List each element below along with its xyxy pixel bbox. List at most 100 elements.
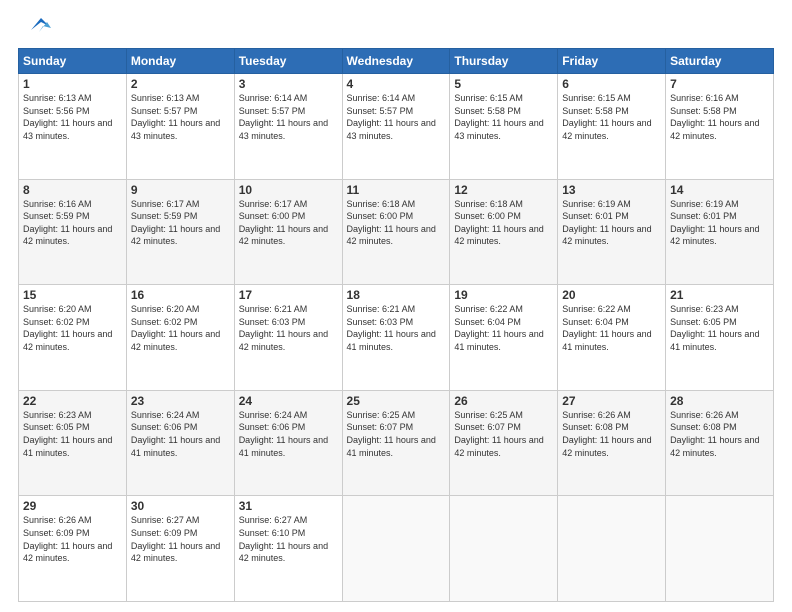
day-number: 7 bbox=[670, 77, 769, 91]
col-header-saturday: Saturday bbox=[666, 49, 774, 74]
daylight-label: Daylight: 11 hours and 41 minutes. bbox=[454, 329, 543, 352]
day-number: 13 bbox=[562, 183, 661, 197]
calendar-cell: 1 Sunrise: 6:13 AM Sunset: 5:56 PM Dayli… bbox=[19, 74, 127, 180]
sunset-label: Sunset: 6:00 PM bbox=[347, 211, 414, 221]
sunset-label: Sunset: 6:08 PM bbox=[670, 422, 737, 432]
daylight-label: Daylight: 11 hours and 41 minutes. bbox=[23, 435, 112, 458]
calendar-cell: 20 Sunrise: 6:22 AM Sunset: 6:04 PM Dayl… bbox=[558, 285, 666, 391]
day-info: Sunrise: 6:15 AM Sunset: 5:58 PM Dayligh… bbox=[454, 92, 553, 142]
day-info: Sunrise: 6:25 AM Sunset: 6:07 PM Dayligh… bbox=[347, 409, 446, 459]
day-number: 31 bbox=[239, 499, 338, 513]
calendar-cell bbox=[450, 496, 558, 602]
day-number: 17 bbox=[239, 288, 338, 302]
calendar-cell: 9 Sunrise: 6:17 AM Sunset: 5:59 PM Dayli… bbox=[126, 179, 234, 285]
day-number: 15 bbox=[23, 288, 122, 302]
day-info: Sunrise: 6:14 AM Sunset: 5:57 PM Dayligh… bbox=[347, 92, 446, 142]
calendar-cell: 16 Sunrise: 6:20 AM Sunset: 6:02 PM Dayl… bbox=[126, 285, 234, 391]
daylight-label: Daylight: 11 hours and 42 minutes. bbox=[131, 224, 220, 247]
sunset-label: Sunset: 6:07 PM bbox=[454, 422, 521, 432]
sunrise-label: Sunrise: 6:15 AM bbox=[562, 93, 631, 103]
daylight-label: Daylight: 11 hours and 41 minutes. bbox=[347, 435, 436, 458]
day-info: Sunrise: 6:20 AM Sunset: 6:02 PM Dayligh… bbox=[23, 303, 122, 353]
sunset-label: Sunset: 6:09 PM bbox=[131, 528, 198, 538]
col-header-thursday: Thursday bbox=[450, 49, 558, 74]
calendar-cell: 7 Sunrise: 6:16 AM Sunset: 5:58 PM Dayli… bbox=[666, 74, 774, 180]
day-number: 21 bbox=[670, 288, 769, 302]
daylight-label: Daylight: 11 hours and 42 minutes. bbox=[131, 541, 220, 564]
day-number: 4 bbox=[347, 77, 446, 91]
sunset-label: Sunset: 6:05 PM bbox=[23, 422, 90, 432]
day-number: 19 bbox=[454, 288, 553, 302]
daylight-label: Daylight: 11 hours and 42 minutes. bbox=[454, 224, 543, 247]
sunset-label: Sunset: 5:58 PM bbox=[454, 106, 521, 116]
day-number: 2 bbox=[131, 77, 230, 91]
calendar-header-row: SundayMondayTuesdayWednesdayThursdayFrid… bbox=[19, 49, 774, 74]
day-number: 29 bbox=[23, 499, 122, 513]
sunset-label: Sunset: 6:06 PM bbox=[239, 422, 306, 432]
sunset-label: Sunset: 6:00 PM bbox=[454, 211, 521, 221]
calendar-cell: 4 Sunrise: 6:14 AM Sunset: 5:57 PM Dayli… bbox=[342, 74, 450, 180]
sunset-label: Sunset: 6:00 PM bbox=[239, 211, 306, 221]
day-number: 24 bbox=[239, 394, 338, 408]
page: SundayMondayTuesdayWednesdayThursdayFrid… bbox=[0, 0, 792, 612]
header bbox=[18, 18, 774, 42]
daylight-label: Daylight: 11 hours and 42 minutes. bbox=[23, 329, 112, 352]
calendar-cell: 29 Sunrise: 6:26 AM Sunset: 6:09 PM Dayl… bbox=[19, 496, 127, 602]
daylight-label: Daylight: 11 hours and 42 minutes. bbox=[131, 329, 220, 352]
daylight-label: Daylight: 11 hours and 42 minutes. bbox=[239, 329, 328, 352]
calendar-cell: 19 Sunrise: 6:22 AM Sunset: 6:04 PM Dayl… bbox=[450, 285, 558, 391]
day-info: Sunrise: 6:15 AM Sunset: 5:58 PM Dayligh… bbox=[562, 92, 661, 142]
daylight-label: Daylight: 11 hours and 42 minutes. bbox=[670, 435, 759, 458]
sunset-label: Sunset: 6:05 PM bbox=[670, 317, 737, 327]
sunrise-label: Sunrise: 6:14 AM bbox=[347, 93, 416, 103]
sunrise-label: Sunrise: 6:15 AM bbox=[454, 93, 523, 103]
calendar-week-5: 29 Sunrise: 6:26 AM Sunset: 6:09 PM Dayl… bbox=[19, 496, 774, 602]
sunset-label: Sunset: 6:01 PM bbox=[670, 211, 737, 221]
daylight-label: Daylight: 11 hours and 41 minutes. bbox=[347, 329, 436, 352]
calendar-cell: 11 Sunrise: 6:18 AM Sunset: 6:00 PM Dayl… bbox=[342, 179, 450, 285]
sunrise-label: Sunrise: 6:21 AM bbox=[239, 304, 308, 314]
sunrise-label: Sunrise: 6:23 AM bbox=[670, 304, 739, 314]
day-info: Sunrise: 6:26 AM Sunset: 6:08 PM Dayligh… bbox=[670, 409, 769, 459]
day-number: 10 bbox=[239, 183, 338, 197]
day-number: 8 bbox=[23, 183, 122, 197]
sunset-label: Sunset: 6:06 PM bbox=[131, 422, 198, 432]
sunset-label: Sunset: 5:59 PM bbox=[23, 211, 90, 221]
sunrise-label: Sunrise: 6:25 AM bbox=[347, 410, 416, 420]
day-info: Sunrise: 6:21 AM Sunset: 6:03 PM Dayligh… bbox=[347, 303, 446, 353]
daylight-label: Daylight: 11 hours and 42 minutes. bbox=[239, 224, 328, 247]
sunset-label: Sunset: 6:02 PM bbox=[131, 317, 198, 327]
sunset-label: Sunset: 6:01 PM bbox=[562, 211, 629, 221]
calendar-cell: 5 Sunrise: 6:15 AM Sunset: 5:58 PM Dayli… bbox=[450, 74, 558, 180]
sunrise-label: Sunrise: 6:19 AM bbox=[670, 199, 739, 209]
day-number: 18 bbox=[347, 288, 446, 302]
sunrise-label: Sunrise: 6:26 AM bbox=[670, 410, 739, 420]
calendar-cell: 30 Sunrise: 6:27 AM Sunset: 6:09 PM Dayl… bbox=[126, 496, 234, 602]
calendar-cell: 2 Sunrise: 6:13 AM Sunset: 5:57 PM Dayli… bbox=[126, 74, 234, 180]
calendar-cell: 31 Sunrise: 6:27 AM Sunset: 6:10 PM Dayl… bbox=[234, 496, 342, 602]
calendar-cell: 10 Sunrise: 6:17 AM Sunset: 6:00 PM Dayl… bbox=[234, 179, 342, 285]
day-info: Sunrise: 6:17 AM Sunset: 6:00 PM Dayligh… bbox=[239, 198, 338, 248]
sunrise-label: Sunrise: 6:20 AM bbox=[23, 304, 92, 314]
sunrise-label: Sunrise: 6:22 AM bbox=[562, 304, 631, 314]
day-number: 27 bbox=[562, 394, 661, 408]
calendar-cell bbox=[558, 496, 666, 602]
day-info: Sunrise: 6:23 AM Sunset: 6:05 PM Dayligh… bbox=[670, 303, 769, 353]
sunset-label: Sunset: 6:09 PM bbox=[23, 528, 90, 538]
sunrise-label: Sunrise: 6:22 AM bbox=[454, 304, 523, 314]
day-info: Sunrise: 6:13 AM Sunset: 5:57 PM Dayligh… bbox=[131, 92, 230, 142]
day-info: Sunrise: 6:27 AM Sunset: 6:09 PM Dayligh… bbox=[131, 514, 230, 564]
logo-icon bbox=[21, 10, 53, 42]
day-number: 14 bbox=[670, 183, 769, 197]
sunrise-label: Sunrise: 6:24 AM bbox=[131, 410, 200, 420]
sunrise-label: Sunrise: 6:17 AM bbox=[239, 199, 308, 209]
day-info: Sunrise: 6:19 AM Sunset: 6:01 PM Dayligh… bbox=[562, 198, 661, 248]
sunset-label: Sunset: 6:04 PM bbox=[562, 317, 629, 327]
col-header-monday: Monday bbox=[126, 49, 234, 74]
daylight-label: Daylight: 11 hours and 42 minutes. bbox=[670, 224, 759, 247]
day-info: Sunrise: 6:21 AM Sunset: 6:03 PM Dayligh… bbox=[239, 303, 338, 353]
sunrise-label: Sunrise: 6:16 AM bbox=[670, 93, 739, 103]
sunrise-label: Sunrise: 6:27 AM bbox=[239, 515, 308, 525]
calendar-cell bbox=[342, 496, 450, 602]
sunrise-label: Sunrise: 6:13 AM bbox=[131, 93, 200, 103]
